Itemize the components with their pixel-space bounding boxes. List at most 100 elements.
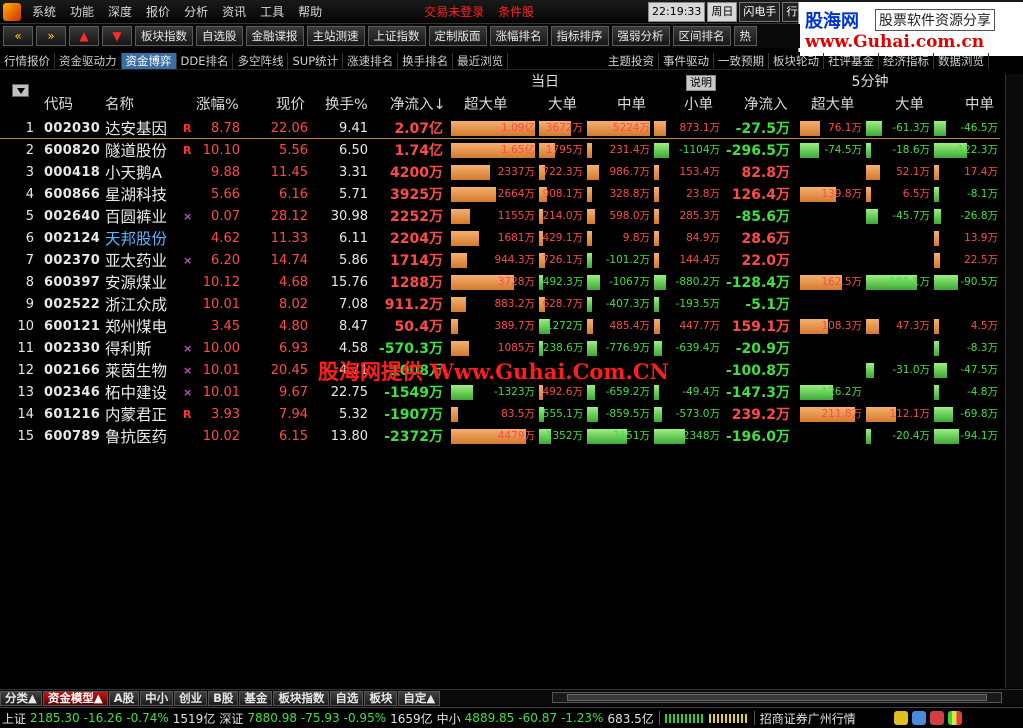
menu-depth[interactable]: 深度 (101, 3, 139, 20)
btab-b-share[interactable]: B股 (208, 690, 239, 706)
btab-watchlist[interactable]: 自选 (330, 690, 364, 706)
table-row[interactable]: 15 600789 鲁抗医药 10.02 6.15 13.80 -2372万 -196.0万 4… (0, 426, 1000, 448)
tab-sector-rotation[interactable]: 板块轮动 (769, 53, 824, 69)
col-name[interactable]: 名称 (105, 94, 134, 116)
col-large[interactable]: 大单 (548, 94, 577, 116)
prev-page-button[interactable]: « (3, 26, 33, 46)
col-net-inflow-5m[interactable]: 净流入 (744, 94, 788, 116)
menu-tools[interactable]: 工具 (253, 3, 291, 20)
menu-function[interactable]: 功能 (63, 3, 101, 20)
stock-name[interactable]: 郑州煤电 (105, 316, 167, 338)
table-row[interactable]: 5 002640 百圆裤业 × 0.07 28.12 30.98 2252万 -85.6万 115… (0, 206, 1000, 228)
scroll-down-button[interactable]: ▼ (102, 26, 132, 46)
toolbar-sh-index[interactable]: 上证指数 (367, 26, 426, 46)
sh-label[interactable]: 上证 (0, 710, 28, 727)
tab-data-browse[interactable]: 数据浏览 (934, 53, 989, 69)
zx-label[interactable]: 中小 (435, 710, 463, 727)
col-medium-5m[interactable]: 中单 (965, 94, 994, 116)
broker-name[interactable]: 招商证券广州行情 (758, 710, 858, 727)
tab-event-driven[interactable]: 事件驱动 (659, 53, 714, 69)
tab-consensus[interactable]: 一致预期 (714, 53, 769, 69)
col-medium[interactable]: 中单 (617, 94, 646, 116)
tab-fund[interactable]: 社评基金 (824, 53, 879, 69)
btab-fund[interactable]: 基金 (239, 690, 273, 706)
table-row[interactable]: 8 600397 安源煤业 10.12 4.68 15.76 1288万 -128.4万 372… (0, 272, 1000, 294)
signal-icon[interactable] (947, 711, 962, 725)
explain-button[interactable]: 说明 (686, 75, 716, 91)
table-row[interactable]: 10 600121 郑州煤电 3.45 4.80 8.47 50.4万 159.1万 389.7… (0, 316, 1000, 338)
table-row[interactable]: 1 002030 达安基因 R 8.78 22.06 9.41 2.07亿 -27.5万 1.09… (0, 118, 1000, 140)
horizontal-scrollbar[interactable] (552, 692, 1002, 703)
tab-turnover-rank[interactable]: 换手排名 (398, 52, 454, 69)
col-net-inflow[interactable]: 净流入↓ (390, 94, 446, 116)
btab-custom[interactable]: 自定▲ (398, 690, 441, 706)
next-page-button[interactable]: » (36, 26, 66, 46)
stock-name[interactable]: 达安基因 (105, 118, 167, 140)
stock-name[interactable]: 莱茵生物 (105, 360, 167, 382)
col-super-large-5m[interactable]: 超大单 (811, 94, 855, 116)
btab-sector[interactable]: 板块 (364, 690, 398, 706)
condition-stock-link[interactable]: 条件股 (491, 3, 541, 20)
toolbar-gain-rank[interactable]: 涨幅排名 (489, 26, 548, 46)
toolbar-server-speed[interactable]: 主站测速 (306, 26, 365, 46)
table-row[interactable]: 4 600866 星湖科技 5.66 6.16 5.71 3925万 126.4万 2664万 9… (0, 184, 1000, 206)
scroll-up-button[interactable]: ▲ (69, 26, 99, 46)
alert-icon[interactable] (929, 711, 944, 725)
tab-recent[interactable]: 最近浏览 (453, 52, 509, 69)
tab-capital-game[interactable]: 资金博弈 (121, 52, 177, 69)
stock-name[interactable]: 得利斯 (105, 338, 152, 360)
notice-icon[interactable] (893, 711, 908, 725)
col-super-large[interactable]: 超大单 (464, 94, 508, 116)
stock-name[interactable]: 浙江众成 (105, 294, 167, 316)
table-row[interactable]: 3 000418 小天鹅A 9.88 11.45 3.31 4200万 82.8万 2337万 7… (0, 162, 1000, 184)
sz-label[interactable]: 深证 (217, 710, 245, 727)
menu-news[interactable]: 资讯 (215, 3, 253, 20)
table-row[interactable]: 9 002522 浙江众成 10.01 8.02 7.08 911.2万 -5.1万 883.2… (0, 294, 1000, 316)
stock-name[interactable]: 天邦股份 (105, 228, 167, 250)
stock-name[interactable]: 星湖科技 (105, 184, 167, 206)
btab-capital-model[interactable]: 资金模型▲ (42, 690, 108, 706)
trade-login-status[interactable]: 交易未登录 (417, 3, 491, 20)
table-row[interactable]: 7 002370 亚太药业 × 6.20 14.74 5.86 1714万 22.0万 944.3… (0, 250, 1000, 272)
tab-sup-stats[interactable]: SUP统计 (288, 52, 344, 69)
flash-trade-button[interactable]: 闪电手 (739, 2, 781, 22)
stock-name[interactable]: 百圆裤业 (105, 206, 167, 228)
tab-dde-rank[interactable]: DDE排名 (177, 52, 234, 69)
table-row[interactable]: 14 601216 内蒙君正 R 3.93 7.94 5.32 -1907万 239.2万 83.… (0, 404, 1000, 426)
menu-quote[interactable]: 报价 (139, 3, 177, 20)
toolbar-finance-intel[interactable]: 金融谍报 (245, 26, 304, 46)
stock-name[interactable]: 安源煤业 (105, 272, 167, 294)
col-large-5m[interactable]: 大单 (895, 94, 924, 116)
btab-a-share[interactable]: A股 (108, 690, 140, 706)
col-code[interactable]: 代码 (44, 94, 73, 116)
btab-sme[interactable]: 中小 (140, 690, 174, 706)
tab-economic[interactable]: 经济指标 (879, 53, 934, 69)
toolbar-range-rank[interactable]: 区间排名 (672, 26, 731, 46)
toolbar-custom-layout[interactable]: 定制版面 (428, 26, 487, 46)
stock-name[interactable]: 内蒙君正 (105, 404, 167, 426)
toolbar-hot[interactable]: 热 (733, 26, 757, 46)
scroll-thumb[interactable] (567, 694, 987, 701)
menu-analysis[interactable]: 分析 (177, 3, 215, 20)
btab-category[interactable]: 分类▲ (0, 690, 42, 706)
col-turnover[interactable]: 换手% (325, 94, 368, 116)
col-change-pct[interactable]: 涨幅% (196, 94, 239, 116)
stock-name[interactable]: 鲁抗医药 (105, 426, 167, 448)
toolbar-sector-index[interactable]: 板块指数 (135, 26, 193, 46)
stock-name[interactable]: 柘中建设 (105, 382, 167, 404)
tab-theme-invest[interactable]: 主题投资 (604, 53, 659, 69)
col-price[interactable]: 现价 (276, 94, 305, 116)
tab-speed-rank[interactable]: 涨速排名 (343, 52, 399, 69)
tab-capital-driver[interactable]: 资金驱动力 (55, 52, 122, 69)
sort-dropdown-icon[interactable] (12, 84, 29, 97)
menu-system[interactable]: 系统 (25, 3, 63, 20)
stock-name[interactable]: 隧道股份 (105, 140, 167, 162)
tab-quote[interactable]: 行情报价 (0, 52, 55, 69)
vertical-scrollbar[interactable] (1005, 74, 1023, 688)
table-row[interactable]: 2 600820 隧道股份 R 10.10 5.56 6.50 1.74亿 -296.5万 1.6… (0, 140, 1000, 162)
col-small[interactable]: 小单 (684, 94, 713, 116)
toolbar-indicator-sort[interactable]: 指标排序 (550, 26, 609, 46)
btab-sector-index[interactable]: 板块指数 (273, 690, 330, 706)
stock-name[interactable]: 亚太药业 (105, 250, 167, 272)
tab-long-short[interactable]: 多空阵线 (233, 52, 289, 69)
